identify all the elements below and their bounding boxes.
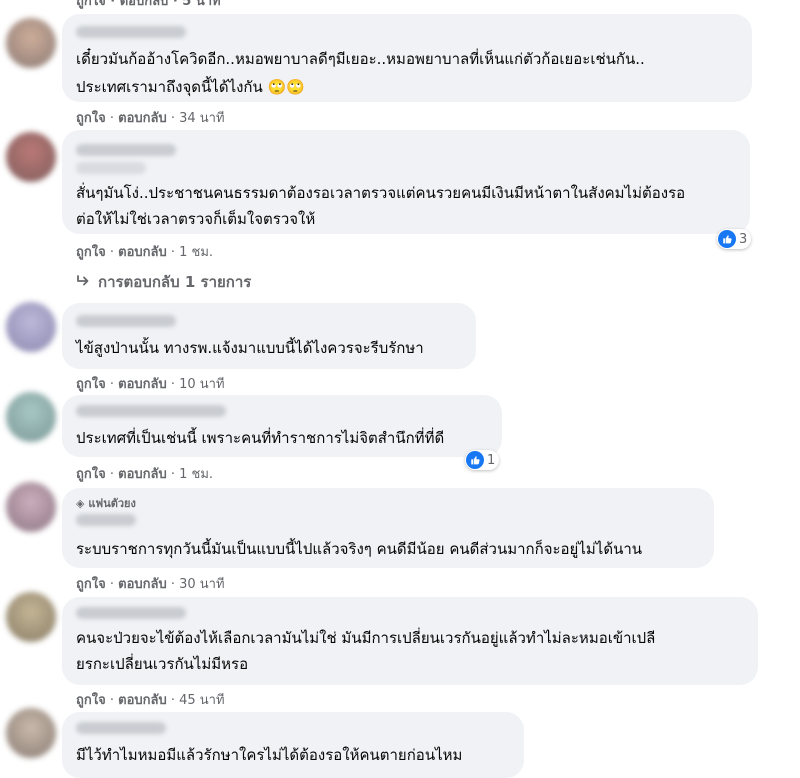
comment-actions: ถูกใจ · ตอบกลับ · 30 นาที xyxy=(76,577,225,592)
avatar[interactable] xyxy=(6,708,56,758)
like-reaction-icon xyxy=(466,451,484,469)
comment-actions: ถูกใจ · ตอบกลับ · 10 นาที xyxy=(76,377,225,392)
commenter-name[interactable] xyxy=(76,26,186,38)
top-actions-partial: ถูกใจ · ตอบกลับ · 5 นาที xyxy=(76,0,221,9)
reaction-count: 3 xyxy=(739,231,748,247)
like-reaction-icon xyxy=(718,230,736,248)
comment-text-line: มีไว้ทำไมหมอมีแล้วรักษาใครไม่ได้ต้องรอให… xyxy=(76,746,463,764)
reply-link[interactable]: ตอบกลับ xyxy=(118,245,167,260)
commenter-name[interactable] xyxy=(76,607,186,619)
timestamp[interactable]: 1 ชม. xyxy=(179,467,213,482)
comment-actions: ถูกใจ · ตอบกลับ · 45 นาที xyxy=(76,693,225,708)
top-fan-badge: ◈ แฟนตัวยง xyxy=(76,494,136,512)
comment-actions: ถูกใจ · ตอบกลับ · 1 ชม. xyxy=(76,467,214,482)
comment-bubble: ◈ แฟนตัวยง ระบบราชการทุกวันนี้มันเป็นแบบ… xyxy=(62,488,714,568)
comment-bubble: มีไว้ทำไมหมอมีแล้วรักษาใครไม่ได้ต้องรอให… xyxy=(62,712,524,778)
reaction-summary[interactable]: 1 xyxy=(465,450,500,470)
reply-link[interactable]: ตอบกลับ xyxy=(118,377,167,392)
avatar[interactable] xyxy=(6,592,56,642)
like-link[interactable]: ถูกใจ xyxy=(76,111,106,126)
comment-text-line: ประเทศเรามาถึงจุดนี้ได้ไงกัน 🙄🙄 xyxy=(76,78,305,96)
view-replies-link[interactable]: การตอบกลับ 1 รายการ xyxy=(76,270,251,294)
comment-bubble: ประเทศที่เป็นเช่นนี้ เพราะคนที่ทำราชการไ… xyxy=(62,395,502,457)
avatar[interactable] xyxy=(6,482,56,532)
comment-actions: ถูกใจ · ตอบกลับ · 1 ชม. xyxy=(76,245,214,260)
timestamp[interactable]: 34 นาที xyxy=(179,111,224,126)
like-link[interactable]: ถูกใจ xyxy=(76,245,106,260)
commenter-name xyxy=(76,162,146,174)
commenter-name[interactable] xyxy=(76,722,166,734)
diamond-icon: ◈ xyxy=(76,497,85,510)
like-link[interactable]: ถูกใจ xyxy=(76,577,106,592)
avatar[interactable] xyxy=(6,302,56,352)
avatar[interactable] xyxy=(6,132,56,182)
comment-actions: ถูกใจ · ตอบกลับ · 34 นาที xyxy=(76,111,225,126)
timestamp[interactable]: 30 นาที xyxy=(179,577,224,592)
commenter-name[interactable] xyxy=(76,514,136,526)
comment-bubble: สั่นๆมันโง่..ประชาชนคนธรรมดาต้องรอเวลาตร… xyxy=(62,130,750,234)
comment-bubble: คนจะป่วยจะไข้ต้องไห้เลือกเวลามันไม่ใช่ ม… xyxy=(62,597,758,685)
reply-link[interactable]: ตอบกลับ xyxy=(118,693,167,708)
comment-text-line: ระบบราชการทุกวันนี้มันเป็นแบบนี้ไปแล้วจร… xyxy=(76,540,642,558)
commenter-name[interactable] xyxy=(76,315,176,327)
timestamp[interactable]: 45 นาที xyxy=(179,693,224,708)
like-link[interactable]: ถูกใจ xyxy=(76,693,106,708)
comment-text-line: ประเทศที่เป็นเช่นนี้ เพราะคนที่ทำราชการไ… xyxy=(76,429,445,447)
comment-text-line: ไข้สูงป่านนั้น ทางรพ.แจ้งมาแบบนี้ได้ไงคว… xyxy=(76,339,424,357)
comment-bubble: เดี๋ยวมันก้ออ้างโควิดอีก..หมอพยาบาลดีๆมี… xyxy=(62,14,752,102)
reply-arrow-icon xyxy=(76,273,90,291)
avatar[interactable] xyxy=(6,18,56,68)
comment-text-line: ต่อให้ไม่ใช่เวลาตรวจก็เต็มใจตรวจให้ xyxy=(76,210,316,228)
view-replies-label: การตอบกลับ 1 รายการ xyxy=(98,273,252,291)
avatar[interactable] xyxy=(6,392,56,442)
timestamp[interactable]: 1 ชม. xyxy=(179,245,213,260)
reaction-summary[interactable]: 3 xyxy=(717,229,752,249)
comment-bubble: ไข้สูงป่านนั้น ทางรพ.แจ้งมาแบบนี้ได้ไงคว… xyxy=(62,303,476,369)
comment-text-line: เดี๋ยวมันก้ออ้างโควิดอีก..หมอพยาบาลดีๆมี… xyxy=(76,50,645,68)
reply-link[interactable]: ตอบกลับ xyxy=(118,577,167,592)
like-link[interactable]: ถูกใจ xyxy=(76,377,106,392)
reply-link[interactable]: ตอบกลับ xyxy=(118,111,167,126)
commenter-name[interactable] xyxy=(76,144,176,156)
comment-text-line: ยรกะเปลี่ยนเวรกันไม่มีหรอ xyxy=(76,655,249,673)
badge-label: แฟนตัวยง xyxy=(88,497,136,510)
commenter-name[interactable] xyxy=(76,405,226,417)
timestamp[interactable]: 10 นาที xyxy=(179,377,224,392)
reply-link[interactable]: ตอบกลับ xyxy=(118,467,167,482)
like-link[interactable]: ถูกใจ xyxy=(76,467,106,482)
reaction-count: 1 xyxy=(487,452,496,468)
